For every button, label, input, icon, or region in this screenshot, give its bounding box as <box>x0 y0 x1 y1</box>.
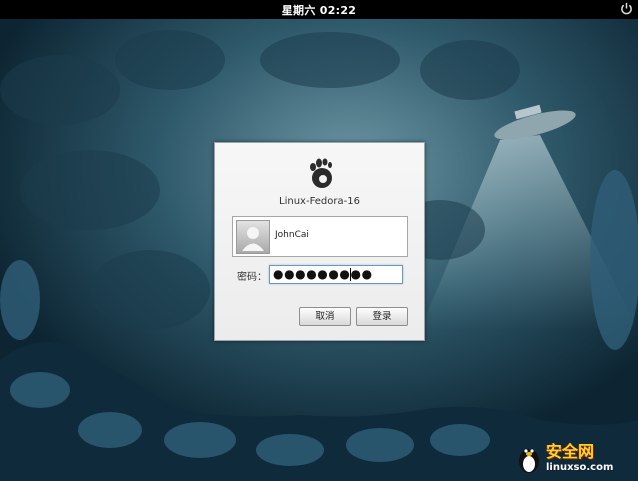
watermark-title: 安全网 <box>546 442 595 461</box>
power-icon[interactable] <box>620 2 633 15</box>
user-name: JohnCai <box>275 230 309 240</box>
password-label: 密码： <box>237 272 267 283</box>
user-list-item[interactable]: JohnCai <box>232 216 408 257</box>
gnome-foot-icon <box>310 158 332 188</box>
user-avatar-icon <box>236 220 270 254</box>
clock[interactable]: 星期六 02:22 <box>0 2 638 18</box>
cancel-button[interactable]: 取消 <box>299 307 351 326</box>
watermark-url: linuxso.com <box>546 462 614 473</box>
password-mask: ●●●●●●●●● <box>273 267 373 281</box>
login-button[interactable]: 登录 <box>356 307 408 326</box>
password-field[interactable]: ●●●●●●●●● <box>269 265 403 284</box>
site-watermark: 安全网 linuxso.com <box>516 440 636 478</box>
top-panel: 星期六 02:22 <box>0 0 638 19</box>
penguin-logo-icon <box>519 449 539 473</box>
text-cursor <box>350 268 351 281</box>
login-dialog: Linux-Fedora-16 JohnCai 密码： ●●●●●●●●● 取消… <box>214 142 425 341</box>
hostname-label: Linux-Fedora-16 <box>279 196 360 207</box>
